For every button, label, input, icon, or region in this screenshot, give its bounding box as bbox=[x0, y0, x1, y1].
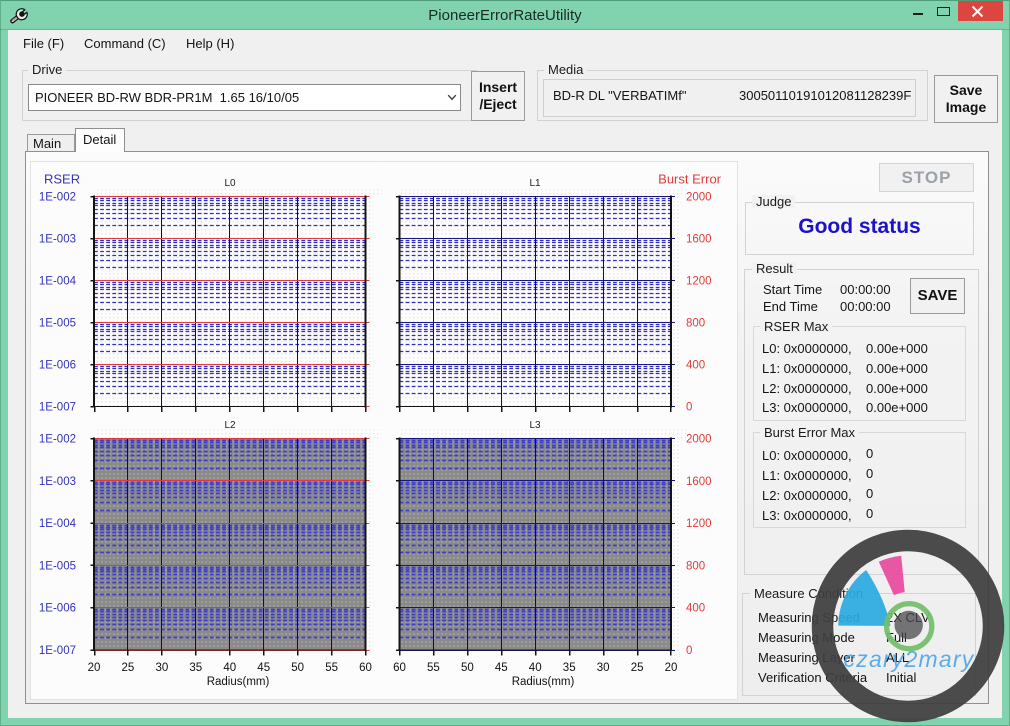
svg-text:czary2mary: czary2mary bbox=[844, 646, 975, 672]
